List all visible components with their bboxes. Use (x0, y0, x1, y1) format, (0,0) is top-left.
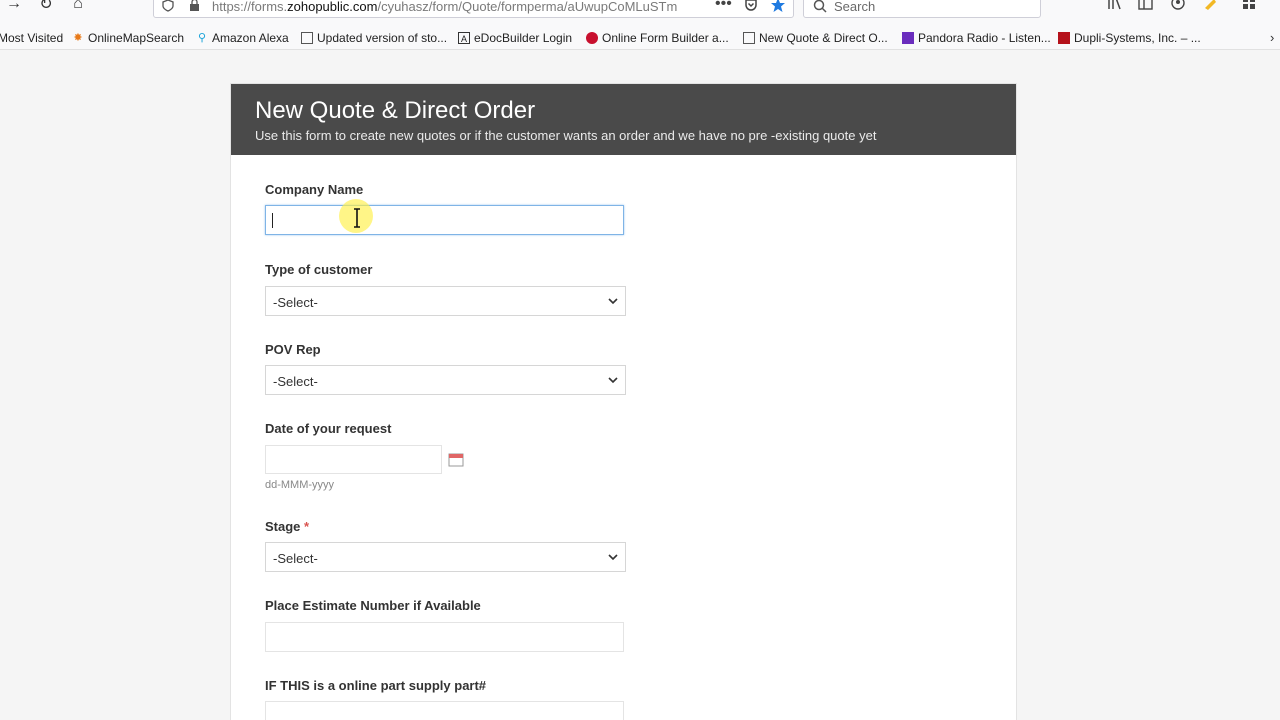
dupli-icon (1058, 32, 1070, 44)
url-domain: zohopublic.com (287, 0, 378, 14)
bookmark-label: Most Visited (0, 31, 64, 45)
bookmark-dupli-systems[interactable]: Dupli-Systems, Inc. – ... (1058, 31, 1201, 45)
form-header: New Quote & Direct Order Use this form t… (231, 84, 1016, 155)
bookmark-most-visited[interactable]: Most Visited (0, 31, 63, 45)
forward-icon[interactable]: → (2, 0, 26, 16)
chevron-right-icon[interactable]: › (1270, 30, 1274, 45)
pocket-icon[interactable] (744, 0, 758, 12)
search-icon (813, 0, 827, 13)
bookmark-pandora[interactable]: Pandora Radio - Listen... (902, 31, 1051, 45)
part-supply-label: IF THIS is a online part supply part# (265, 678, 487, 693)
company-name-label: Company Name (265, 182, 364, 197)
date-format-hint: dd-MMM-yyyy (265, 479, 335, 491)
pov-rep-select[interactable]: -Select- (265, 365, 626, 395)
text-caret (272, 213, 273, 228)
chevron-down-icon (608, 298, 618, 305)
bookmark-label: Dupli-Systems, Inc. – ... (1074, 31, 1201, 45)
sidebar-icon[interactable] (1138, 0, 1154, 12)
chevron-down-icon (608, 554, 618, 561)
stage-label-text: Stage (265, 519, 301, 534)
url-prefix: https://forms. (212, 0, 288, 14)
tracking-shield-icon[interactable] (162, 0, 174, 12)
bookmark-label: Amazon Alexa (212, 31, 289, 45)
customer-type-label: Type of customer (265, 262, 373, 277)
estimate-input[interactable] (265, 622, 624, 652)
date-input[interactable] (265, 445, 442, 474)
bookmarks-bar: Most Visited ✸ OnlineMapSearch ⚲ Amazon Al… (0, 28, 1280, 50)
bookmark-new-quote[interactable]: New Quote & Direct O... (743, 31, 888, 45)
page-icon (743, 32, 755, 44)
grid-icon[interactable] (1242, 0, 1258, 12)
form-card: New Quote & Direct Order Use this form t… (230, 83, 1017, 720)
page-actions-icon[interactable]: ••• (715, 0, 732, 13)
text-cursor-icon (354, 208, 360, 228)
search-bar[interactable]: Search (803, 0, 1041, 18)
url-text[interactable]: https://forms.zohopublic.com/cyuhasz/for… (212, 0, 707, 14)
date-label: Date of your request (265, 421, 392, 436)
required-mark: * (304, 519, 310, 534)
customer-type-select[interactable]: -Select- (265, 286, 626, 316)
bookmark-label: OnlineMapSearch (88, 31, 185, 45)
extension-icon[interactable] (1202, 0, 1218, 12)
page-icon (301, 32, 313, 44)
lock-icon[interactable] (189, 0, 200, 12)
stage-value: -Select- (273, 551, 318, 566)
stage-label: Stage * (265, 519, 309, 534)
bookmark-updated-version[interactable]: Updated version of sto... (301, 31, 447, 45)
bookmark-label: Online Form Builder a... (602, 31, 729, 45)
bookmark-label: eDocBuilder Login (474, 31, 573, 45)
home-icon[interactable]: ⌂ (66, 0, 90, 16)
chevron-down-icon (608, 377, 618, 384)
library-icon[interactable] (1107, 0, 1123, 12)
bookmark-star-icon[interactable] (770, 0, 786, 13)
bookmark-label: New Quote & Direct O... (759, 31, 888, 45)
account-icon[interactable] (1170, 0, 1186, 12)
bookmark-edocbuilder[interactable]: AeDocBuilder Login (458, 31, 572, 45)
reload-icon[interactable]: ↻ (34, 0, 58, 16)
company-name-input[interactable] (265, 205, 624, 235)
bookmark-label: Updated version of sto... (317, 31, 448, 45)
location-pin-icon: ⚲ (197, 32, 207, 44)
star-icon: ✸ (73, 32, 83, 44)
doc-builder-icon: A (458, 32, 470, 44)
bookmark-onlinemapsearch[interactable]: ✸ OnlineMapSearch (72, 31, 184, 45)
bookmark-label: Pandora Radio - Listen... (918, 31, 1051, 45)
form-title: New Quote & Direct Order (255, 97, 536, 124)
browser-toolbar: → ↻ ⌂ https://forms.zohopublic.com/cyuha… (0, 0, 1280, 28)
bookmark-amazon-alexa[interactable]: ⚲ Amazon Alexa (196, 31, 289, 45)
wufoo-icon (586, 32, 598, 44)
stage-select[interactable]: -Select- (265, 542, 626, 572)
estimate-label: Place Estimate Number if Available (265, 598, 481, 613)
search-placeholder: Search (834, 0, 876, 14)
pov-rep-value: -Select- (273, 374, 318, 389)
customer-type-value: -Select- (273, 295, 318, 310)
calendar-icon[interactable] (448, 452, 464, 467)
pandora-icon (902, 32, 914, 44)
pov-rep-label: POV Rep (265, 342, 321, 357)
bookmark-online-form-builder[interactable]: Online Form Builder a... (586, 31, 729, 45)
url-path: /cyuhasz/form/Quote/formperma/aUwupCoMLu… (377, 0, 678, 14)
form-description: Use this form to create new quotes or if… (255, 128, 877, 143)
part-supply-input[interactable] (265, 701, 624, 720)
url-bar[interactable]: https://forms.zohopublic.com/cyuhasz/for… (153, 0, 794, 18)
